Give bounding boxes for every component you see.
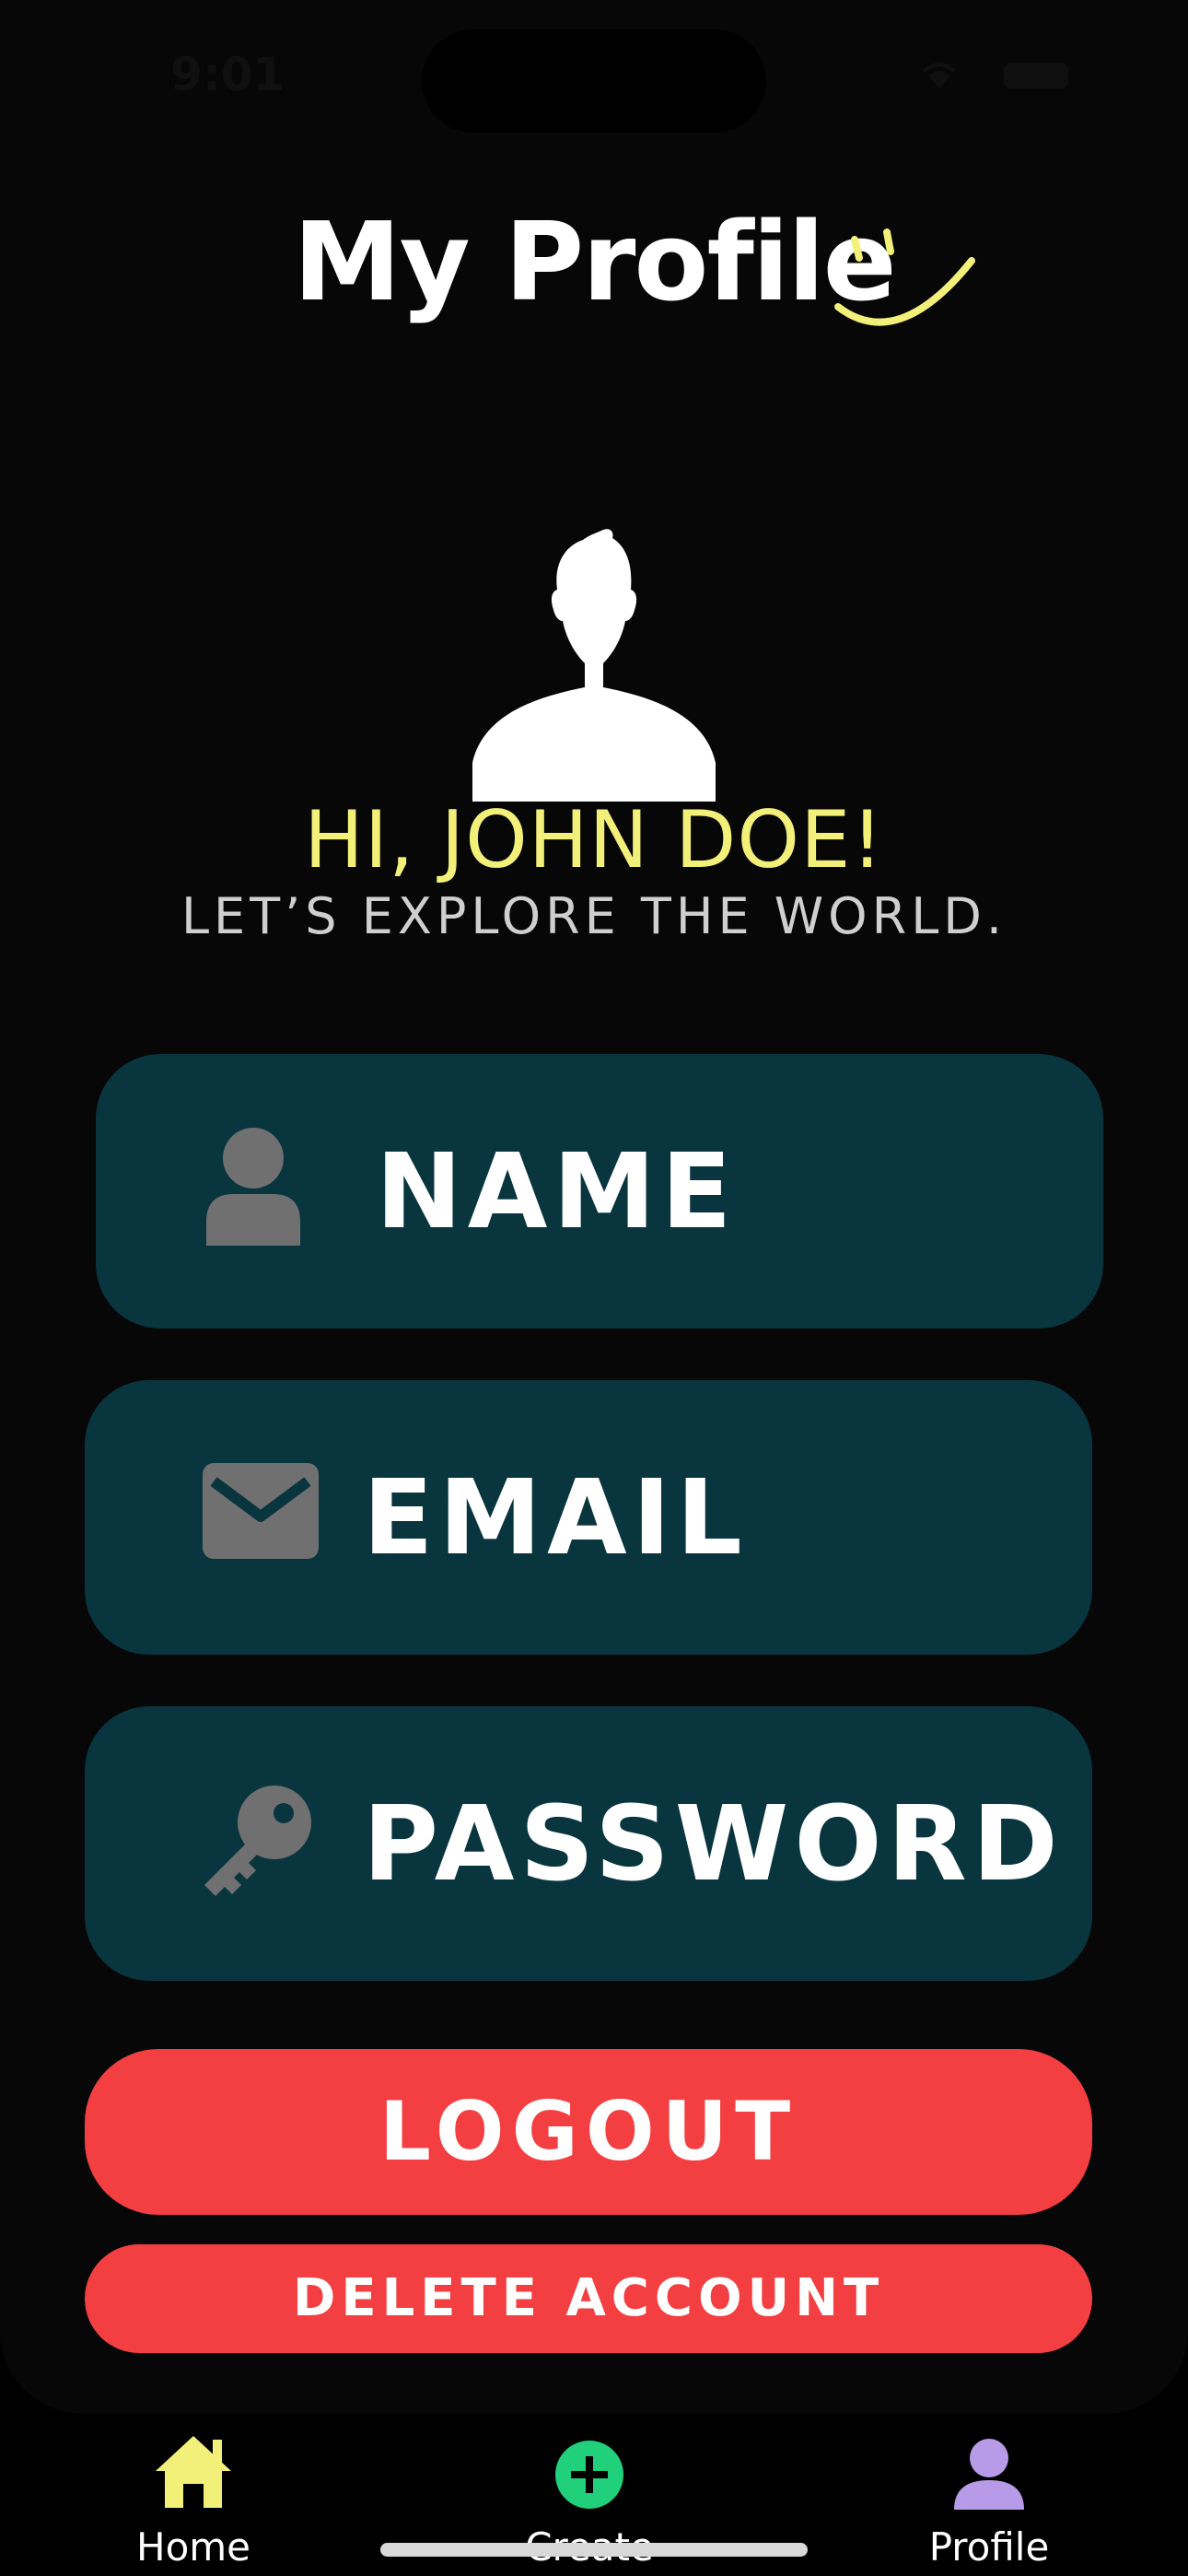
- profile-avatar-icon: [472, 529, 716, 802]
- name-field[interactable]: NAME: [96, 1054, 1103, 1329]
- home-indicator[interactable]: [380, 2543, 808, 2557]
- delete-account-button[interactable]: DELETE ACCOUNT: [85, 2244, 1092, 2353]
- tab-profile-label: Profile: [928, 2524, 1050, 2570]
- house-icon: [156, 2436, 231, 2508]
- logout-button[interactable]: LOGOUT: [85, 2049, 1092, 2215]
- email-field-label: EMAIL: [363, 1458, 748, 1578]
- plus-circle-icon: [555, 2441, 623, 2509]
- dynamic-island: [422, 29, 766, 133]
- envelope-icon: [203, 1463, 319, 1559]
- user-icon: [206, 1128, 300, 1246]
- password-field-label: PASSWORD: [363, 1785, 1064, 1904]
- name-field-label: NAME: [376, 1132, 738, 1252]
- key-icon: [204, 1786, 311, 1896]
- greeting-text: HI, JOHN DOE!: [304, 794, 884, 886]
- greeting-subtext: LET’S EXPLORE THE WORLD.: [181, 887, 1007, 945]
- page-title: My Profile: [293, 198, 896, 325]
- password-field[interactable]: PASSWORD: [85, 1706, 1092, 1981]
- smiley-icon: [834, 228, 975, 326]
- wifi-icon: [923, 63, 956, 88]
- person-icon: [954, 2439, 1024, 2510]
- tab-home-label: Home: [135, 2524, 251, 2570]
- tab-profile[interactable]: Profile: [915, 2438, 1063, 2570]
- tab-home[interactable]: Home: [120, 2432, 267, 2570]
- status-time: 9:01: [170, 48, 285, 101]
- profile-screen: 9:01 My Profile HI, JOHN DOE! LET’S EXPL…: [0, 0, 1188, 2414]
- tab-bar: Home Create Profile: [0, 2414, 1188, 2576]
- email-field[interactable]: EMAIL: [85, 1380, 1092, 1655]
- status-icons: [923, 63, 1068, 88]
- battery-icon: [1004, 63, 1068, 88]
